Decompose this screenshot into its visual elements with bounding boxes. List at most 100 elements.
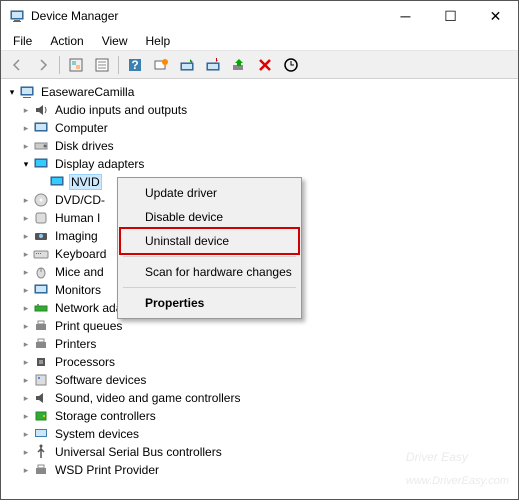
expand-icon[interactable]: ▸	[19, 283, 33, 297]
tree-label: Imaging	[53, 228, 100, 244]
action-button[interactable]	[149, 53, 173, 77]
spacer	[35, 175, 49, 189]
expand-icon[interactable]: ▸	[19, 121, 33, 135]
sound-icon	[33, 390, 49, 406]
menu-action[interactable]: Action	[42, 32, 91, 50]
imaging-icon	[33, 228, 49, 244]
expand-icon[interactable]: ▸	[19, 409, 33, 423]
uninstall-button[interactable]	[253, 53, 277, 77]
tree-label: DVD/CD-	[53, 192, 107, 208]
expand-icon[interactable]: ▸	[19, 229, 33, 243]
help-button[interactable]: ?	[123, 53, 147, 77]
usb-icon	[33, 444, 49, 460]
tree-label: NVID	[69, 174, 102, 190]
menu-uninstall-device[interactable]: Uninstall device	[121, 229, 298, 253]
printer-icon	[33, 318, 49, 334]
close-button[interactable]: ✕	[473, 1, 518, 31]
enable-button[interactable]	[227, 53, 251, 77]
menu-separator	[123, 287, 296, 288]
tree-label: Processors	[53, 354, 117, 370]
tree-label: Audio inputs and outputs	[53, 102, 189, 118]
scan-hardware-button[interactable]	[279, 53, 303, 77]
update-driver-button[interactable]	[175, 53, 199, 77]
menu-bar: File Action View Help	[1, 31, 518, 51]
expand-icon[interactable]: ▸	[19, 265, 33, 279]
tree-label: Storage controllers	[53, 408, 158, 424]
display-icon	[33, 156, 49, 172]
tree-label: Software devices	[53, 372, 148, 388]
toolbar: ?	[1, 51, 518, 79]
tree-label: Computer	[53, 120, 110, 136]
tree-node-system[interactable]: ▸System devices	[3, 425, 516, 443]
dvd-icon	[33, 192, 49, 208]
display-icon	[49, 174, 65, 190]
tree-root[interactable]: ▾ EasewareCamilla	[3, 83, 516, 101]
tree-label: Keyboard	[53, 246, 108, 262]
printer-icon	[33, 336, 49, 352]
menu-file[interactable]: File	[5, 32, 40, 50]
expand-icon[interactable]: ▸	[19, 211, 33, 225]
minimize-button[interactable]: ─	[383, 1, 428, 31]
back-button[interactable]	[5, 53, 29, 77]
tree-node-printers[interactable]: ▸Printers	[3, 335, 516, 353]
expand-icon[interactable]: ▾	[19, 157, 33, 171]
cpu-icon	[33, 354, 49, 370]
expand-icon[interactable]: ▸	[19, 355, 33, 369]
tree-label: WSD Print Provider	[53, 462, 161, 478]
menu-disable-device[interactable]: Disable device	[121, 205, 298, 229]
tree-node-wsd[interactable]: ▸ WSD Print Provider	[3, 461, 516, 479]
menu-view[interactable]: View	[94, 32, 136, 50]
tree-label: Print queues	[53, 318, 124, 334]
keyboard-icon	[33, 246, 49, 262]
tree-label: Mice and	[53, 264, 106, 280]
expand-icon[interactable]: ▸	[19, 103, 33, 117]
expand-icon[interactable]: ▾	[5, 85, 19, 99]
hid-icon	[33, 210, 49, 226]
expand-icon[interactable]: ▸	[19, 373, 33, 387]
expand-icon[interactable]: ▸	[19, 139, 33, 153]
expand-icon[interactable]: ▸	[19, 337, 33, 351]
maximize-button[interactable]: ☐	[428, 1, 473, 31]
tree-label: Sound, video and game controllers	[53, 390, 242, 406]
printer-icon	[33, 462, 49, 478]
expand-icon[interactable]: ▸	[19, 391, 33, 405]
context-menu: Update driver Disable device Uninstall d…	[117, 177, 302, 319]
properties-button[interactable]	[90, 53, 114, 77]
tree-label: Display adapters	[53, 156, 146, 172]
expand-icon[interactable]: ▸	[19, 463, 33, 477]
forward-button[interactable]	[31, 53, 55, 77]
mouse-icon	[33, 264, 49, 280]
expand-icon[interactable]: ▸	[19, 301, 33, 315]
disable-button[interactable]	[201, 53, 225, 77]
tree-node-usb[interactable]: ▸ Universal Serial Bus controllers	[3, 443, 516, 461]
tree-node-audio[interactable]: ▸ Audio inputs and outputs	[3, 101, 516, 119]
window-title: Device Manager	[31, 9, 383, 23]
tree-node-disk[interactable]: ▸Disk drives	[3, 137, 516, 155]
tree-node-computer[interactable]: ▸ Computer	[3, 119, 516, 137]
expand-icon[interactable]: ▸	[19, 427, 33, 441]
tree-label: Universal Serial Bus controllers	[53, 444, 224, 460]
audio-icon	[33, 102, 49, 118]
menu-update-driver[interactable]: Update driver	[121, 181, 298, 205]
expand-icon[interactable]: ▸	[19, 247, 33, 261]
tree-node-storage[interactable]: ▸ Storage controllers	[3, 407, 516, 425]
tree-label: Monitors	[53, 282, 103, 298]
tree-label: EasewareCamilla	[39, 84, 136, 100]
tree-node-sound[interactable]: ▸ Sound, video and game controllers	[3, 389, 516, 407]
tree-node-processors[interactable]: ▸ Processors	[3, 353, 516, 371]
system-icon	[33, 426, 49, 442]
expand-icon[interactable]: ▸	[19, 445, 33, 459]
monitor-icon	[33, 282, 49, 298]
menu-scan-hardware[interactable]: Scan for hardware changes	[121, 260, 298, 284]
tree-node-display[interactable]: ▾ Display adapters	[3, 155, 516, 173]
menu-properties[interactable]: Properties	[121, 291, 298, 315]
show-hidden-button[interactable]	[64, 53, 88, 77]
tree-node-software[interactable]: ▸ Software devices	[3, 371, 516, 389]
menu-help[interactable]: Help	[138, 32, 179, 50]
tree-node-printq[interactable]: ▸ Print queues	[3, 317, 516, 335]
computer-icon	[33, 120, 49, 136]
svg-text:?: ?	[131, 58, 138, 72]
expand-icon[interactable]: ▸	[19, 193, 33, 207]
device-tree[interactable]: ▾ EasewareCamilla ▸ Audio inputs and outp…	[1, 79, 518, 499]
expand-icon[interactable]: ▸	[19, 319, 33, 333]
